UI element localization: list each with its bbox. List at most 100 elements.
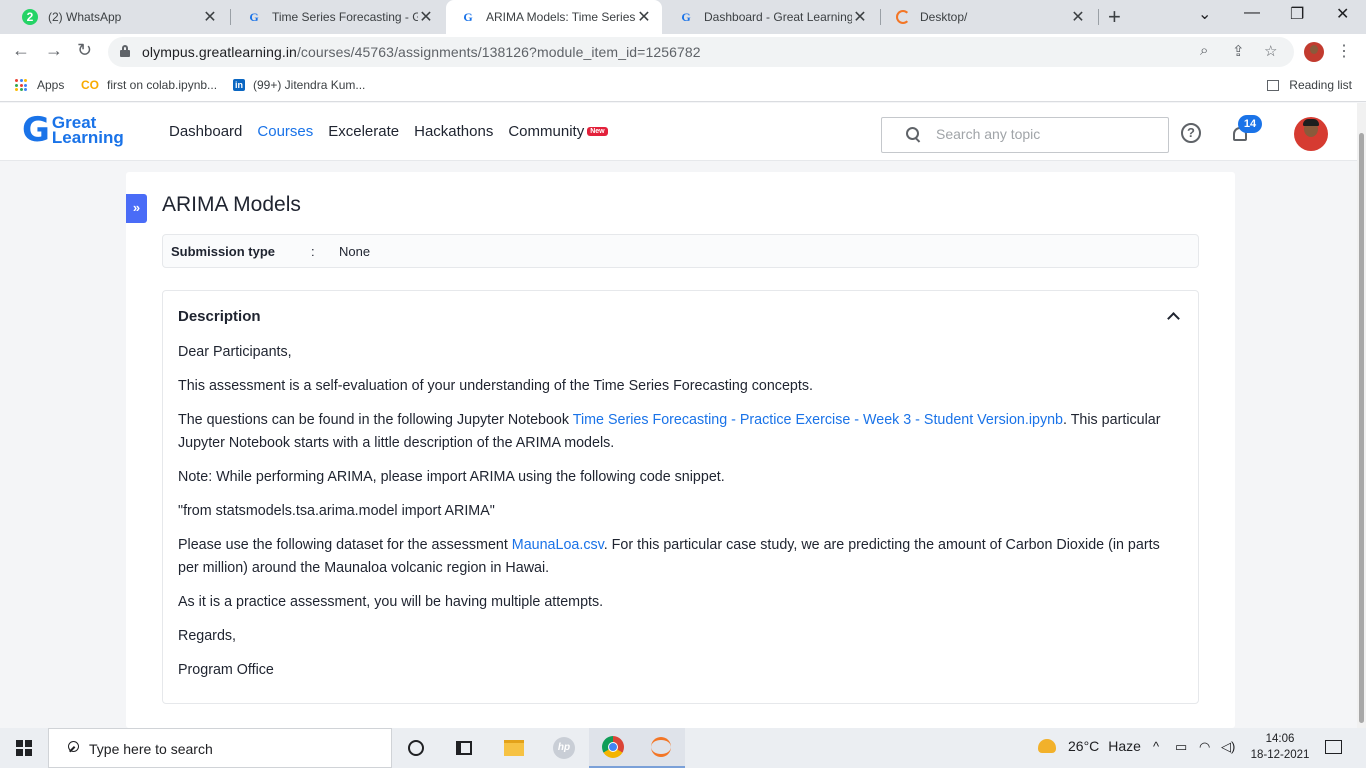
minimize-icon[interactable]: — <box>1244 4 1260 22</box>
page-scrollbar[interactable] <box>1357 103 1366 728</box>
reading-list-icon <box>1267 79 1280 91</box>
bookmarks-bar: Apps CO first on colab.ipynb... in (99+)… <box>0 70 1366 102</box>
new-tab-button[interactable]: + <box>1108 4 1121 30</box>
bookmark-colab[interactable]: CO first on colab.ipynb... <box>81 78 217 92</box>
description-paragraph: Note: While performing ARIMA, please imp… <box>178 469 725 485</box>
volume-icon[interactable]: ◁) <box>1221 739 1235 755</box>
code-snippet-text: "from statsmodels.tsa.arima.model import… <box>178 503 495 519</box>
description-heading: Description <box>178 308 261 325</box>
back-icon[interactable]: ← <box>12 40 30 61</box>
sidebar-expand-button[interactable]: » <box>126 194 147 223</box>
show-hidden-icons-button[interactable]: ^ <box>1153 739 1159 754</box>
google-g-icon: G <box>463 9 473 24</box>
windows-start-icon[interactable] <box>16 740 32 756</box>
jupyter-icon <box>896 10 910 24</box>
dataset-link[interactable]: MaunaLoa.csv <box>512 537 604 553</box>
site-search[interactable] <box>881 117 1169 153</box>
tab-whatsapp[interactable]: 2 (2) WhatsApp ✕ <box>8 0 228 34</box>
notebook-link[interactable]: Time Series Forecasting - Practice Exerc… <box>573 412 1063 428</box>
share-icon[interactable]: ⇪ <box>1232 42 1245 60</box>
window-close-icon[interactable]: ✕ <box>1336 4 1349 24</box>
hp-icon: hp <box>553 737 575 759</box>
chrome-taskbar-button[interactable] <box>589 728 637 768</box>
nav-excelerate[interactable]: Excelerate <box>328 123 399 140</box>
tab-label: Dashboard - Great Learning <box>704 10 852 24</box>
chevron-up-icon[interactable] <box>1167 311 1179 323</box>
notification-button[interactable]: 14 <box>1231 115 1262 143</box>
chrome-icon <box>602 736 624 758</box>
close-icon[interactable]: ✕ <box>202 7 218 27</box>
forward-icon[interactable]: → <box>45 40 63 61</box>
user-avatar[interactable] <box>1294 117 1328 151</box>
battery-icon[interactable]: ▭ <box>1175 739 1187 755</box>
tab-label: ARIMA Models: Time Series Forecasting <box>486 10 636 24</box>
nav-dashboard[interactable]: Dashboard <box>169 123 242 140</box>
tab-time-series[interactable]: G Time Series Forecasting - Great Learni… <box>232 0 444 34</box>
submission-type-colon: : <box>311 244 315 259</box>
bookmark-label: Apps <box>37 78 65 92</box>
tab-divider <box>230 9 231 25</box>
reading-list-button[interactable]: Reading list <box>1267 78 1352 92</box>
system-clock[interactable]: 14:06 18-12-2021 <box>1249 731 1311 763</box>
close-icon[interactable]: ✕ <box>1070 7 1086 27</box>
logo-text: Great Learning <box>51 113 124 147</box>
bookmark-star-icon[interactable]: ☆ <box>1264 42 1277 60</box>
jupyter-taskbar-button[interactable] <box>637 728 685 768</box>
description-panel: Description Dear Participants, This asse… <box>162 290 1199 704</box>
jupyter-icon <box>651 737 671 757</box>
description-paragraph: Please use the following dataset for the… <box>178 537 1160 576</box>
bookmark-label: first on colab.ipynb... <box>107 78 218 92</box>
notification-count-badge: 14 <box>1238 115 1262 133</box>
profile-avatar[interactable] <box>1304 42 1324 62</box>
taskbar-search[interactable]: Type here to search <box>48 728 392 768</box>
bookmark-apps[interactable]: Apps <box>15 78 64 92</box>
clock-date: 18-12-2021 <box>1250 749 1310 761</box>
reading-list-label: Reading list <box>1289 78 1352 92</box>
search-icon <box>64 741 80 757</box>
nav-hackathons[interactable]: Hackathons <box>414 123 493 140</box>
linkedin-icon: in <box>233 79 245 91</box>
tab-label: Time Series Forecasting - Great Learning <box>272 10 418 24</box>
reload-icon[interactable]: ↻ <box>77 40 92 61</box>
close-icon[interactable]: ✕ <box>636 7 652 27</box>
browser-tab-strip: 2 (2) WhatsApp ✕ G Time Series Forecasti… <box>0 0 1366 34</box>
cortana-button[interactable] <box>392 728 440 768</box>
scrollbar-thumb[interactable] <box>1359 133 1364 723</box>
description-paragraph: As it is a practice assessment, you will… <box>178 594 604 610</box>
tab-label: Desktop/ <box>920 10 968 24</box>
main-nav: Dashboard Courses Excelerate Hackathons … <box>169 123 623 140</box>
tab-divider <box>880 9 881 25</box>
hp-app-button[interactable]: hp <box>540 728 588 768</box>
close-icon[interactable]: ✕ <box>418 7 434 27</box>
page-title: ARIMA Models <box>162 193 301 216</box>
bookmark-linkedin[interactable]: in (99+) Jitendra Kum... <box>233 78 365 92</box>
url-text[interactable]: olympus.greatlearning.in/courses/45763/a… <box>142 44 701 60</box>
description-body: Dear Participants, This assessment is a … <box>178 341 1183 693</box>
notification-center-icon[interactable] <box>1325 740 1342 754</box>
nav-community[interactable]: Community New <box>508 123 608 140</box>
cortana-icon <box>408 740 424 756</box>
bookmark-label: (99+) Jitendra Kum... <box>253 78 366 92</box>
apps-grid-icon <box>15 79 27 91</box>
lock-icon[interactable] <box>120 45 130 57</box>
weather-widget[interactable]: 26°C Haze <box>1038 738 1141 754</box>
help-icon[interactable]: ? <box>1181 123 1201 143</box>
weather-condition: Haze <box>1108 738 1141 754</box>
tab-desktop[interactable]: Desktop/ ✕ <box>882 0 1096 34</box>
address-bar[interactable]: olympus.greatlearning.in/courses/45763/a… <box>108 37 1294 67</box>
close-icon[interactable]: ✕ <box>852 7 868 27</box>
tab-dashboard[interactable]: G Dashboard - Great Learning ✕ <box>664 0 878 34</box>
search-input[interactable] <box>936 126 1156 142</box>
tab-arima-models[interactable]: G ARIMA Models: Time Series Forecasting … <box>446 0 662 34</box>
file-explorer-button[interactable] <box>490 728 538 768</box>
restore-icon[interactable]: ❐ <box>1290 4 1304 24</box>
tab-divider <box>1098 9 1099 25</box>
new-badge: New <box>587 127 608 136</box>
nav-courses[interactable]: Courses <box>257 123 313 140</box>
menu-icon[interactable]: ⋮ <box>1336 41 1352 61</box>
great-learning-logo[interactable]: G Great Learning <box>22 113 124 147</box>
zoom-icon[interactable]: ⌕ <box>1200 42 1208 59</box>
tab-search-icon[interactable]: ⌄ <box>1198 4 1211 24</box>
wifi-icon[interactable]: ◠ <box>1199 739 1210 755</box>
task-view-button[interactable] <box>440 728 488 768</box>
